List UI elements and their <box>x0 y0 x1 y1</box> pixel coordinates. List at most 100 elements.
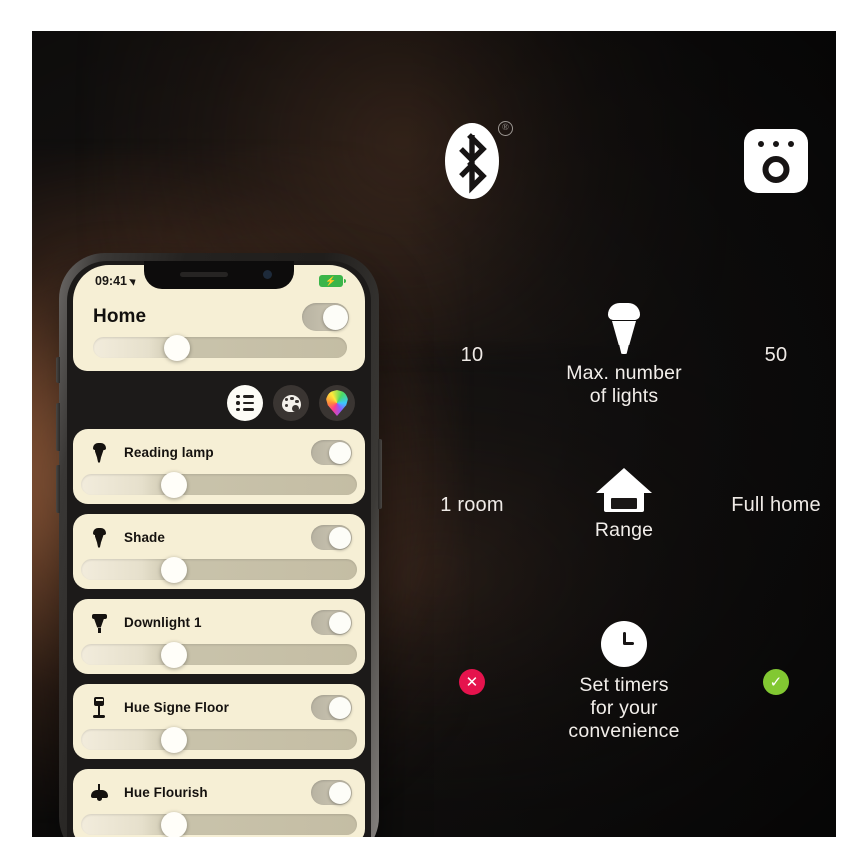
max-lights-label: Max. number of lights <box>566 362 681 408</box>
battery-charging-icon: ⚡ <box>319 275 346 287</box>
list-item[interactable]: Downlight 1 <box>73 599 365 674</box>
house-icon <box>596 468 652 512</box>
light-brightness-knob[interactable] <box>161 471 188 498</box>
bridge-indicator-dots <box>744 141 808 147</box>
range-left-value: 1 room <box>440 493 504 516</box>
light-power-toggle[interactable] <box>311 525 352 550</box>
light-brightness-knob[interactable] <box>161 556 188 583</box>
light-brightness-slider[interactable] <box>81 811 357 837</box>
light-power-toggle[interactable] <box>311 610 352 635</box>
tab-list-view[interactable] <box>227 385 263 421</box>
phone-volume-down-button[interactable] <box>56 465 60 513</box>
light-brightness-slider[interactable] <box>81 641 357 668</box>
pendant-lamp-icon <box>88 783 110 802</box>
light-brightness-slider[interactable] <box>81 471 357 498</box>
tab-scenes-view[interactable] <box>273 385 309 421</box>
master-brightness-knob[interactable] <box>164 334 191 361</box>
downlight-icon <box>88 613 110 633</box>
light-row-header: Shade <box>73 514 365 559</box>
light-power-toggle[interactable] <box>311 695 352 720</box>
list-item[interactable]: Reading lamp <box>73 429 365 504</box>
light-brightness-wrap <box>81 556 357 583</box>
marketing-photo: ® 10 Max. number of lights 50 1 room Ran… <box>32 31 836 837</box>
list-item[interactable]: Hue Flourish <box>73 769 365 837</box>
range-label: Range <box>594 519 654 541</box>
light-row-header: Hue Flourish <box>73 769 365 814</box>
timers-label-line3: convenience <box>568 720 680 742</box>
light-brightness-slider[interactable] <box>81 556 357 583</box>
light-brightness-knob[interactable] <box>161 811 188 837</box>
timers-label: Set timers for your convenience <box>568 674 679 743</box>
light-name: Reading lamp <box>124 445 214 460</box>
light-toggle-knob <box>328 441 351 464</box>
front-camera-icon <box>263 270 272 279</box>
timers-center: Set timers for your convenience <box>532 621 716 743</box>
light-toggle-knob <box>328 696 351 719</box>
screenshot-root: ® 10 Max. number of lights 50 1 room Ran… <box>0 0 868 868</box>
phone-mockup: 09:41 ⚡ Home Reading lamp Shade Downligh… <box>56 253 382 837</box>
bridge-header-cell <box>716 129 836 193</box>
range-right-value: Full home <box>731 493 821 516</box>
light-name: Downlight 1 <box>124 615 202 630</box>
comparison-row-max-lights: 10 Max. number of lights 50 <box>412 303 836 408</box>
range-center: Range <box>532 468 716 542</box>
phone-screen: 09:41 ⚡ Home Reading lamp Shade Downligh… <box>67 261 371 837</box>
check-badge: ✓ <box>763 669 789 695</box>
max-lights-center: Max. number of lights <box>532 303 716 408</box>
light-power-toggle[interactable] <box>311 440 352 465</box>
light-brightness-wrap <box>81 726 357 753</box>
timers-left-cell: ✕ <box>412 669 532 695</box>
master-toggle-knob <box>322 304 348 330</box>
light-brightness-knob[interactable] <box>161 726 188 753</box>
max-lights-label-line2: of lights <box>589 385 659 407</box>
max-lights-left-value: 10 <box>460 344 484 366</box>
comparison-row-range: 1 room Range Full home <box>412 468 836 542</box>
status-bar-time: 09:41 <box>95 274 127 288</box>
floor-lamp-icon <box>88 697 110 718</box>
light-row-header: Downlight 1 <box>73 599 365 644</box>
earpiece-speaker <box>180 272 228 277</box>
master-power-toggle[interactable] <box>302 303 349 331</box>
list-icon <box>236 394 254 412</box>
charging-bolt-icon: ⚡ <box>325 275 337 286</box>
comparison-header-row: ® <box>412 121 836 199</box>
phone-volume-up-button[interactable] <box>56 403 60 451</box>
light-brightness-knob[interactable] <box>161 641 188 668</box>
light-row-header: Reading lamp <box>73 429 365 474</box>
status-bar-time-group: 09:41 <box>95 274 138 288</box>
hue-bridge-icon <box>744 129 808 193</box>
bridge-button-ring <box>762 156 790 183</box>
max-lights-right-value: 50 <box>764 344 788 366</box>
tab-colors-view[interactable] <box>319 385 355 421</box>
comparison-column: ® 10 Max. number of lights 50 1 room Ran… <box>412 31 836 837</box>
light-row-header: Hue Signe Floor <box>73 684 365 729</box>
comparison-row-timers: ✕ Set timers for your convenience ✓ <box>412 621 836 743</box>
light-list: Reading lamp Shade Downlight 1 Hue Signe… <box>73 429 365 837</box>
phone-power-button[interactable] <box>378 439 382 509</box>
phone-mute-switch[interactable] <box>56 357 60 383</box>
page-title: Home <box>93 306 147 327</box>
master-brightness-slider[interactable] <box>93 334 347 361</box>
list-item[interactable]: Hue Signe Floor <box>73 684 365 759</box>
light-toggle-knob <box>328 781 351 804</box>
spot-bulb-icon <box>88 442 110 463</box>
light-name: Shade <box>124 530 166 545</box>
palette-icon <box>281 394 301 412</box>
view-tabs <box>227 385 355 421</box>
light-brightness-slider[interactable] <box>81 726 357 753</box>
timers-right-cell: ✓ <box>716 669 836 695</box>
home-title-row: Home <box>93 303 349 331</box>
light-brightness-wrap <box>81 811 357 837</box>
registered-trademark-icon: ® <box>498 121 513 136</box>
clock-icon <box>601 621 647 667</box>
light-brightness-wrap <box>81 641 357 668</box>
max-lights-label-line1: Max. number <box>566 362 682 384</box>
light-name: Hue Flourish <box>124 785 208 800</box>
phone-notch <box>144 261 294 289</box>
list-item[interactable]: Shade <box>73 514 365 589</box>
spot-bulb-icon <box>88 527 110 548</box>
cross-badge: ✕ <box>459 669 485 695</box>
master-brightness-slider-wrap <box>93 334 347 361</box>
bluetooth-header-cell: ® <box>412 121 532 199</box>
light-power-toggle[interactable] <box>311 780 352 805</box>
